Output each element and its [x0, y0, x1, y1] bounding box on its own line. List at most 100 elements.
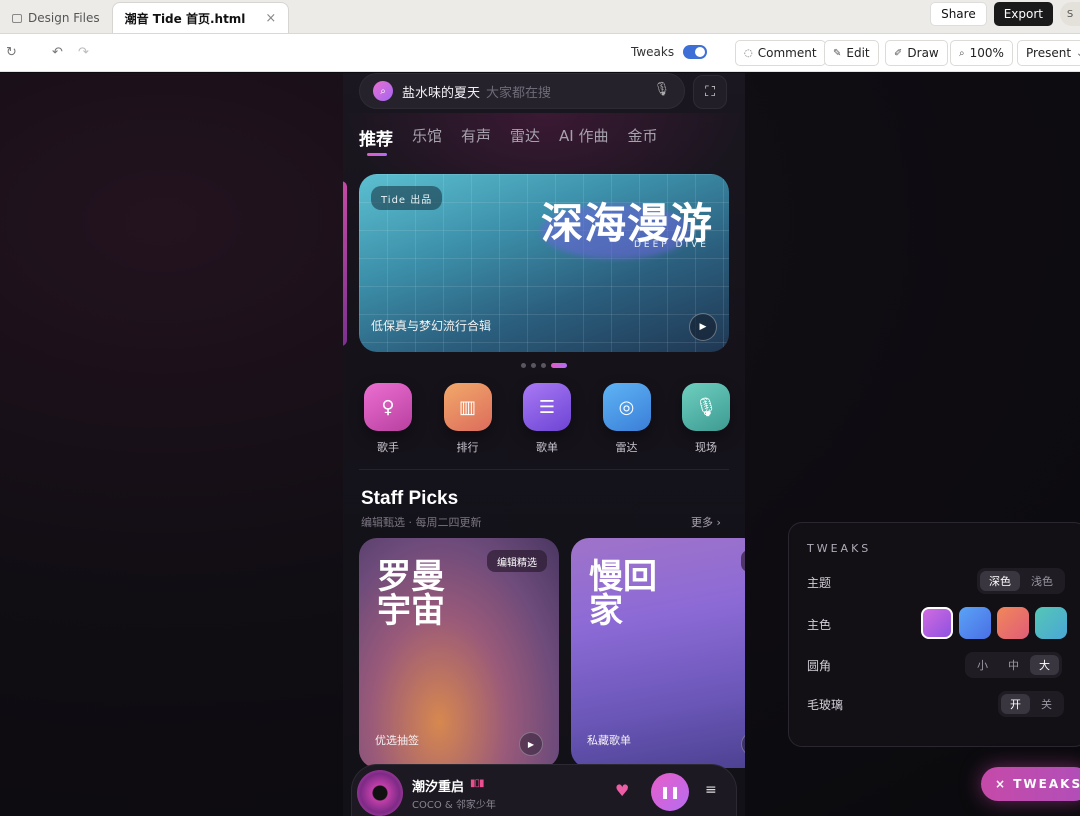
mic-icon[interactable]: 🎙︎	[653, 82, 670, 97]
radius-selector: 小 中 大	[965, 652, 1062, 678]
tab-ai-compose[interactable]: AI 作曲	[559, 125, 608, 150]
card-play-button[interactable]: ▶	[519, 732, 543, 756]
radius-option-small[interactable]: 小	[968, 655, 997, 675]
radar-icon: ◎	[602, 383, 651, 431]
theme-selector: 深色 浅色	[977, 568, 1065, 594]
close-icon[interactable]: ×	[265, 11, 276, 26]
quick-link-label: 歌单	[536, 441, 558, 454]
glass-option-off[interactable]: 关	[1032, 694, 1061, 714]
draw-button[interactable]: ✐ Draw	[885, 40, 948, 66]
tab-music-hall[interactable]: 乐馆	[412, 125, 442, 150]
playlist-icon: ☰	[523, 383, 571, 431]
theme-option-light[interactable]: 浅色	[1022, 571, 1062, 591]
theme-option-dark[interactable]: 深色	[980, 571, 1020, 591]
chevron-down-icon: ⌄	[1076, 48, 1080, 59]
banner-play-button[interactable]: ▶	[689, 313, 717, 341]
accent-swatch-blue[interactable]	[959, 607, 991, 639]
banner-badge: Tide 出品	[371, 186, 443, 210]
accent-swatch-purple[interactable]	[921, 607, 953, 639]
quick-link-label: 雷达	[615, 441, 638, 454]
comment-label: Comment	[757, 46, 817, 60]
redo-icon[interactable]: ↷	[78, 45, 89, 60]
mini-player[interactable]: 潮汐重启 ▮▯▮ COCO & 邻家少年 ♥ ❚❚ ≡	[351, 764, 737, 816]
play-icon: ▶	[527, 739, 535, 749]
tab-label: Design Files	[28, 11, 100, 25]
quick-link-playlist[interactable]: ☰ 歌单	[521, 383, 573, 455]
present-button[interactable]: Present ⌄	[1017, 40, 1080, 66]
carousel-dot[interactable]	[521, 363, 526, 368]
carousel-dot[interactable]	[531, 363, 536, 368]
zoom-icon: ⌕	[959, 47, 965, 59]
quick-link-radar[interactable]: ◎ 雷达	[601, 383, 653, 455]
glass-selector: 开 关	[998, 691, 1064, 717]
quick-link-label: 排行	[456, 441, 479, 454]
banner-peek	[343, 181, 347, 346]
draw-label: Draw	[907, 46, 939, 60]
card-title: 罗曼宇宙	[377, 557, 445, 631]
export-button[interactable]: Export	[993, 2, 1053, 26]
edit-button[interactable]: ✎ Edit	[824, 40, 879, 66]
mic-icon: 🎙︎	[682, 383, 730, 431]
comment-button[interactable]: ◌ Comment	[735, 40, 826, 66]
accent-swatch-teal[interactable]	[1035, 607, 1067, 639]
carousel-dot-active[interactable]	[551, 363, 567, 368]
scan-icon: ⛶	[705, 84, 715, 100]
share-button[interactable]: Share	[930, 2, 987, 26]
search-query: 盐水味的夏天	[402, 85, 481, 101]
radius-option-medium[interactable]: 中	[999, 655, 1028, 675]
more-link[interactable]: 更多 ›	[691, 514, 721, 530]
search-icon: ⌕	[373, 81, 393, 101]
quick-link-live[interactable]: 🎙︎ 现场	[680, 383, 732, 455]
equalizer-icon: ▮▯▮	[470, 778, 484, 789]
radius-option-large[interactable]: 大	[1030, 655, 1059, 675]
pick-card[interactable]: 慢回家 私藏 私藏歌单 ▶	[571, 538, 745, 768]
avatar[interactable]: S	[1060, 2, 1080, 26]
card-play-button[interactable]: ▶	[741, 732, 745, 756]
banner-description: 低保真与梦幻流行合辑	[371, 319, 492, 333]
present-label: Present	[1026, 46, 1072, 60]
toolbar: ↻ ↶ ↷ Tweaks ◌ Comment ✎ Edit ✐ Draw ⌕ 1…	[0, 34, 1080, 72]
reload-icon[interactable]: ↻	[6, 45, 17, 60]
pencil-icon: ✎	[833, 47, 842, 59]
folder-icon	[12, 13, 22, 23]
undo-icon[interactable]: ↶	[52, 45, 63, 60]
toggle-switch[interactable]	[683, 45, 708, 59]
carousel-dot[interactable]	[541, 363, 546, 368]
card-title: 慢回家	[589, 557, 657, 631]
album-disc	[357, 770, 403, 816]
tweaks-fab[interactable]: × TWEAKS	[981, 767, 1080, 801]
quick-link-singer[interactable]: ♀ 歌手	[362, 383, 414, 455]
category-tabs: 推荐 乐馆 有声 雷达 AI 作曲 金币	[359, 125, 677, 150]
player-title: 潮汐重启	[412, 780, 465, 795]
queue-icon[interactable]: ≡	[705, 782, 717, 798]
hero-banner[interactable]: Tide 出品 深海漫游 DEEP DIVE 低保真与梦幻流行合辑 ▶	[359, 174, 729, 352]
browser-tab-bar: Design Files 潮音 Tide 首页.html × Share Exp…	[0, 0, 1080, 34]
scan-button[interactable]: ⛶	[693, 75, 727, 109]
tweaks-heading: TWEAKS	[807, 542, 872, 555]
tab-indicator	[367, 153, 387, 156]
accent-swatch-coral[interactable]	[997, 607, 1029, 639]
tab-audio[interactable]: 有声	[461, 125, 491, 150]
tweaks-toggle-label: Tweaks	[631, 45, 675, 59]
carousel-dots	[521, 363, 567, 368]
glass-label: 毛玻璃	[807, 698, 844, 712]
tweaks-toggle[interactable]: Tweaks	[631, 45, 708, 59]
tab-coins[interactable]: 金币	[628, 125, 658, 150]
zoom-label: 100%	[969, 46, 1004, 60]
chart-icon: ▥	[443, 383, 492, 431]
tab-design-files[interactable]: Design Files	[0, 3, 112, 33]
tab-radar[interactable]: 雷达	[510, 125, 540, 150]
search-bar[interactable]: ⌕ 盐水味的夏天 大家都在搜 🎙︎	[359, 73, 685, 109]
heart-icon[interactable]: ♥	[615, 781, 629, 800]
card-tag: 私藏	[741, 550, 745, 572]
tab-recommend[interactable]: 推荐	[359, 125, 393, 150]
zoom-button[interactable]: ⌕ 100%	[950, 40, 1013, 66]
glass-option-on[interactable]: 开	[1001, 694, 1030, 714]
pick-card[interactable]: 罗曼宇宙 编辑精选 优选抽签 ▶	[359, 538, 559, 768]
quick-link-chart[interactable]: ▥ 排行	[442, 383, 494, 455]
quick-link-label: 歌手	[377, 441, 399, 454]
pause-button[interactable]: ❚❚	[651, 773, 689, 811]
player-artist: COCO & 邻家少年	[412, 800, 496, 811]
card-caption: 私藏歌单	[587, 734, 631, 747]
tab-tide-home[interactable]: 潮音 Tide 首页.html ×	[111, 2, 290, 33]
